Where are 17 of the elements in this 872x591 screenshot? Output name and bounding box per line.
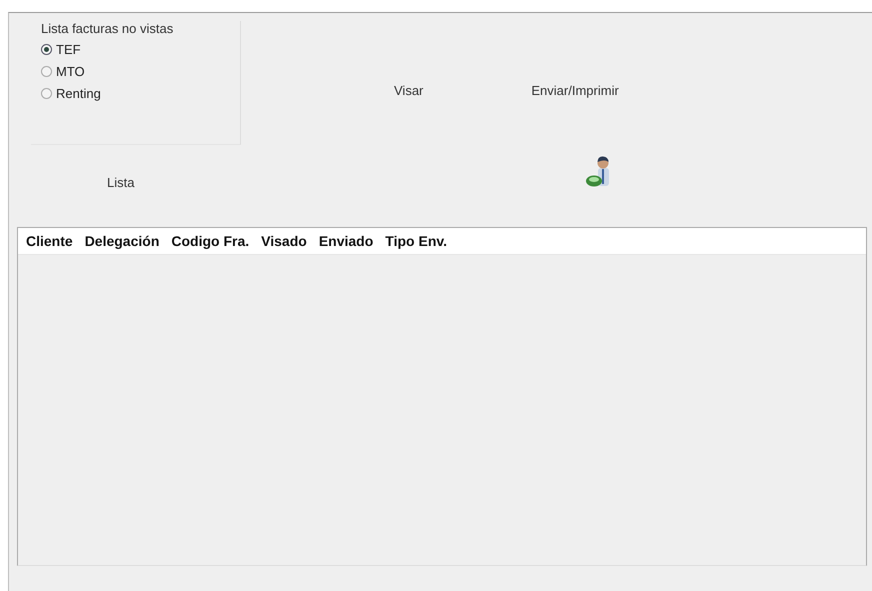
radio-icon[interactable] [41, 88, 52, 98]
radio-option[interactable]: MTO [41, 60, 85, 82]
user-icon[interactable] [585, 156, 611, 188]
radio-icon[interactable] [41, 44, 52, 54]
radio-label: TEF [56, 42, 81, 56]
column-header[interactable]: Enviado [318, 233, 374, 249]
column-header[interactable]: Delegación [84, 233, 160, 249]
column-header[interactable]: Cliente [26, 233, 73, 249]
column-header[interactable]: Codigo Fra. [171, 233, 250, 249]
radio-icon[interactable] [41, 66, 52, 76]
radio-option[interactable]: Renting [41, 82, 101, 104]
group-title: Lista facturas no vistas [41, 21, 174, 36]
column-header[interactable]: Tipo Env. [385, 233, 448, 249]
column-header[interactable]: Visado [261, 233, 307, 249]
radio-label: MTO [56, 64, 85, 78]
radio-label: Renting [56, 86, 101, 100]
radio-option[interactable]: TEF [41, 38, 81, 60]
